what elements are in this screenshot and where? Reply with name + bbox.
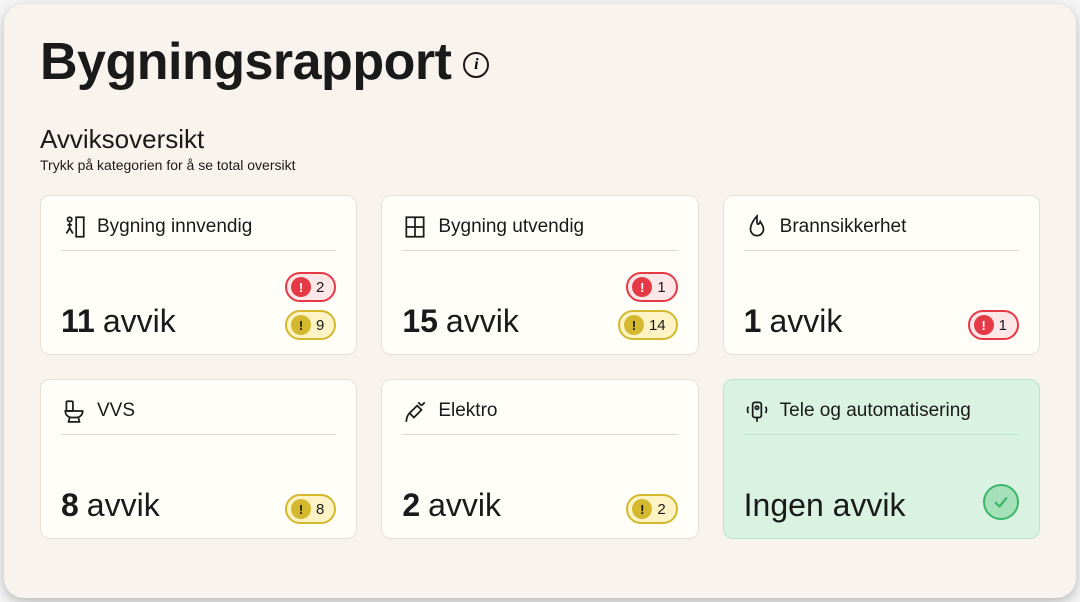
category-card-outdoor[interactable]: Bygning utvendig 15 avvik ! 1 ! 14 [381,195,698,355]
report-panel: Bygningsrapport i Avviksoversikt Trykk p… [4,4,1076,598]
automation-icon [744,398,770,424]
check-icon [983,484,1019,520]
severity-badges: ! 1 ! 14 [618,272,678,340]
category-card-fire[interactable]: Brannsikkerhet 1 avvik ! 1 [723,195,1040,355]
card-title: Brannsikkerhet [780,216,907,238]
card-title: Tele og automatisering [780,400,971,422]
alert-icon: ! [632,277,652,297]
card-body: Ingen avvik [744,447,1019,524]
severity-badges: ! 2 ! 9 [285,272,336,340]
title-row: Bygningsrapport i [40,32,1040,92]
card-header: Elektro [402,398,677,435]
alert-icon: ! [624,315,644,335]
warning-badge: ! 14 [618,310,678,340]
warning-badge: ! 8 [285,494,336,524]
severity-badges [983,484,1019,524]
warning-badge: ! 9 [285,310,336,340]
card-body: 11 avvik ! 2 ! 9 [61,263,336,340]
person-door-icon [61,214,87,240]
section-title: Avviksoversikt [40,124,1040,155]
severity-badges: ! 2 [626,494,677,524]
section-hint: Trykk på kategorien for å se total overs… [40,157,1040,173]
card-header: Tele og automatisering [744,398,1019,435]
category-card-tele[interactable]: Tele og automatisering Ingen avvik [723,379,1040,539]
deviation-count: 8 avvik [61,487,160,524]
section-header: Avviksoversikt Trykk på kategorien for å… [40,124,1040,173]
card-body: 15 avvik ! 1 ! 14 [402,263,677,340]
category-card-plumbing[interactable]: VVS 8 avvik ! 8 [40,379,357,539]
alert-icon: ! [291,499,311,519]
alert-icon: ! [291,315,311,335]
critical-badge: ! 1 [968,310,1019,340]
card-title: Bygning innvendig [97,216,252,238]
category-card-indoor[interactable]: Bygning innvendig 11 avvik ! 2 ! 9 [40,195,357,355]
card-header: Brannsikkerhet [744,214,1019,251]
warning-badge: ! 2 [626,494,677,524]
card-title: Elektro [438,400,497,422]
alert-icon: ! [291,277,311,297]
info-icon[interactable]: i [463,52,489,78]
card-body: 1 avvik ! 1 [744,263,1019,340]
window-icon [402,214,428,240]
toilet-icon [61,398,87,424]
alert-icon: ! [974,315,994,335]
card-header: Bygning innvendig [61,214,336,251]
deviation-count: 15 avvik [402,303,519,340]
card-body: 2 avvik ! 2 [402,447,677,524]
critical-badge: ! 1 [626,272,677,302]
fire-icon [744,214,770,240]
deviation-count: 2 avvik [402,487,501,524]
card-body: 8 avvik ! 8 [61,447,336,524]
category-grid: Bygning innvendig 11 avvik ! 2 ! 9 [40,195,1040,539]
severity-badges: ! 1 [968,310,1019,340]
card-title: Bygning utvendig [438,216,584,238]
category-card-electric[interactable]: Elektro 2 avvik ! 2 [381,379,698,539]
card-header: Bygning utvendig [402,214,677,251]
plug-icon [402,398,428,424]
card-header: VVS [61,398,336,435]
deviation-count: 11 avvik [61,303,176,340]
alert-icon: ! [632,499,652,519]
critical-badge: ! 2 [285,272,336,302]
page-title: Bygningsrapport [40,32,451,92]
no-deviation-text: Ingen avvik [744,487,906,524]
severity-badges: ! 8 [285,494,336,524]
deviation-count: 1 avvik [744,303,843,340]
card-title: VVS [97,400,135,422]
